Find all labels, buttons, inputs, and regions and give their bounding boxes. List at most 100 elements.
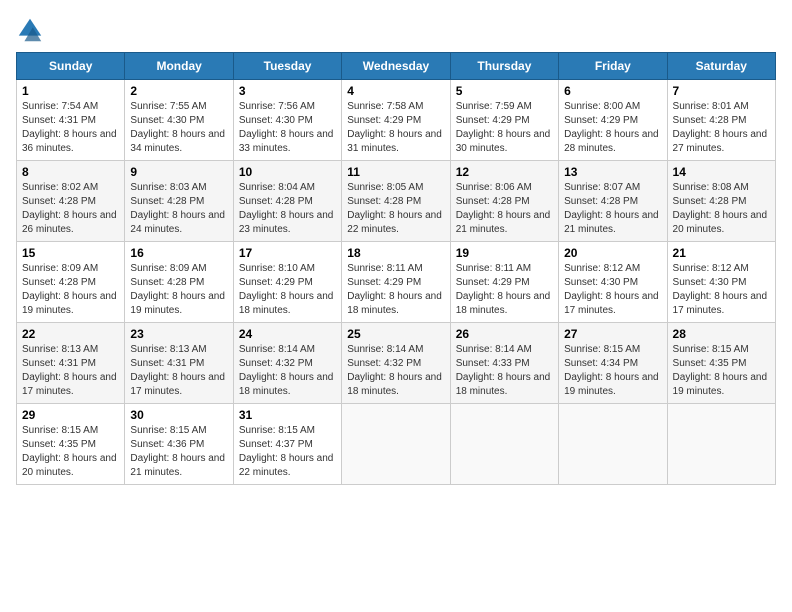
day-number: 3 (239, 84, 336, 98)
weekday-header-tuesday: Tuesday (233, 53, 341, 80)
day-number: 28 (673, 327, 770, 341)
calendar-cell (342, 404, 450, 485)
day-info: Sunrise: 8:14 AMSunset: 4:32 PMDaylight:… (347, 343, 444, 399)
day-info: Sunrise: 8:00 AMSunset: 4:29 PMDaylight:… (564, 100, 661, 156)
day-info: Sunrise: 8:15 AMSunset: 4:37 PMDaylight:… (239, 424, 336, 480)
calendar-cell: 16 Sunrise: 8:09 AMSunset: 4:28 PMDayligh… (125, 242, 233, 323)
weekday-header-thursday: Thursday (450, 53, 558, 80)
calendar-cell: 8Sunrise: 8:02 AMSunset: 4:28 PMDaylight… (17, 161, 125, 242)
day-number: 5 (456, 84, 553, 98)
day-number: 8 (22, 165, 119, 179)
weekday-header-row: SundayMondayTuesdayWednesdayThursdayFrid… (17, 53, 776, 80)
calendar-week-1: 1 Sunrise: 7:54 AMSunset: 4:31 PMDaylight… (17, 80, 776, 161)
day-info: Sunrise: 7:55 AMSunset: 4:30 PMDaylight:… (130, 100, 227, 156)
day-number: 29 (22, 408, 119, 422)
day-number: 11 (347, 165, 444, 179)
calendar-cell: 31 Sunrise: 8:15 AMSunset: 4:37 PMDayligh… (233, 404, 341, 485)
day-info: Sunrise: 7:58 AMSunset: 4:29 PMDaylight:… (347, 100, 444, 156)
day-info: Sunrise: 8:14 AMSunset: 4:32 PMDaylight:… (239, 343, 336, 399)
weekday-header-friday: Friday (559, 53, 667, 80)
calendar-cell: 27 Sunrise: 8:15 AMSunset: 4:34 PMDayligh… (559, 323, 667, 404)
day-info: Sunrise: 8:11 AMSunset: 4:29 PMDaylight:… (456, 262, 553, 318)
day-info: Sunrise: 7:59 AMSunset: 4:29 PMDaylight:… (456, 100, 553, 156)
day-info: Sunrise: 8:09 AMSunset: 4:28 PMDaylight:… (130, 262, 227, 318)
day-number: 16 (130, 246, 227, 260)
page-header (16, 16, 776, 44)
calendar-cell: 3 Sunrise: 7:56 AMSunset: 4:30 PMDaylight… (233, 80, 341, 161)
weekday-header-monday: Monday (125, 53, 233, 80)
logo-icon (16, 16, 44, 44)
day-info: Sunrise: 8:13 AMSunset: 4:31 PMDaylight:… (130, 343, 227, 399)
logo (16, 16, 48, 44)
day-info: Sunrise: 8:12 AMSunset: 4:30 PMDaylight:… (673, 262, 770, 318)
calendar-cell (559, 404, 667, 485)
calendar-cell: 30 Sunrise: 8:15 AMSunset: 4:36 PMDayligh… (125, 404, 233, 485)
day-info: Sunrise: 7:56 AMSunset: 4:30 PMDaylight:… (239, 100, 336, 156)
calendar-cell: 20Sunrise: 8:12 AMSunset: 4:30 PMDayligh… (559, 242, 667, 323)
calendar-cell: 17Sunrise: 8:10 AMSunset: 4:29 PMDayligh… (233, 242, 341, 323)
calendar-table: SundayMondayTuesdayWednesdayThursdayFrid… (16, 52, 776, 485)
calendar-cell: 10 Sunrise: 8:04 AMSunset: 4:28 PMDayligh… (233, 161, 341, 242)
day-number: 12 (456, 165, 553, 179)
day-number: 26 (456, 327, 553, 341)
day-number: 6 (564, 84, 661, 98)
calendar-cell: 14Sunrise: 8:08 AMSunset: 4:28 PMDayligh… (667, 161, 775, 242)
day-number: 4 (347, 84, 444, 98)
calendar-cell (450, 404, 558, 485)
calendar-cell: 25 Sunrise: 8:14 AMSunset: 4:32 PMDayligh… (342, 323, 450, 404)
calendar-week-5: 29 Sunrise: 8:15 AMSunset: 4:35 PMDayligh… (17, 404, 776, 485)
calendar-cell: 24 Sunrise: 8:14 AMSunset: 4:32 PMDayligh… (233, 323, 341, 404)
weekday-header-saturday: Saturday (667, 53, 775, 80)
day-number: 9 (130, 165, 227, 179)
calendar-cell: 22 Sunrise: 8:13 AMSunset: 4:31 PMDayligh… (17, 323, 125, 404)
calendar-cell: 7 Sunrise: 8:01 AMSunset: 4:28 PMDaylight… (667, 80, 775, 161)
day-number: 27 (564, 327, 661, 341)
day-number: 30 (130, 408, 227, 422)
day-info: Sunrise: 8:09 AMSunset: 4:28 PMDaylight:… (22, 262, 119, 318)
calendar-cell: 13 Sunrise: 8:07 AMSunset: 4:28 PMDayligh… (559, 161, 667, 242)
calendar-cell: 2 Sunrise: 7:55 AMSunset: 4:30 PMDaylight… (125, 80, 233, 161)
day-info: Sunrise: 8:14 AMSunset: 4:33 PMDaylight:… (456, 343, 553, 399)
calendar-week-4: 22 Sunrise: 8:13 AMSunset: 4:31 PMDayligh… (17, 323, 776, 404)
day-info: Sunrise: 8:15 AMSunset: 4:34 PMDaylight:… (564, 343, 661, 399)
day-info: Sunrise: 8:15 AMSunset: 4:35 PMDaylight:… (673, 343, 770, 399)
day-number: 18 (347, 246, 444, 260)
day-number: 20 (564, 246, 661, 260)
calendar-cell: 1 Sunrise: 7:54 AMSunset: 4:31 PMDaylight… (17, 80, 125, 161)
calendar-cell: 15Sunrise: 8:09 AMSunset: 4:28 PMDayligh… (17, 242, 125, 323)
day-info: Sunrise: 8:11 AMSunset: 4:29 PMDaylight:… (347, 262, 444, 318)
day-info: Sunrise: 8:15 AMSunset: 4:36 PMDaylight:… (130, 424, 227, 480)
calendar-cell: 6 Sunrise: 8:00 AMSunset: 4:29 PMDaylight… (559, 80, 667, 161)
calendar-cell: 11 Sunrise: 8:05 AMSunset: 4:28 PMDayligh… (342, 161, 450, 242)
day-number: 14 (673, 165, 770, 179)
day-number: 24 (239, 327, 336, 341)
day-info: Sunrise: 8:05 AMSunset: 4:28 PMDaylight:… (347, 181, 444, 237)
day-number: 31 (239, 408, 336, 422)
day-info: Sunrise: 8:04 AMSunset: 4:28 PMDaylight:… (239, 181, 336, 237)
weekday-header-sunday: Sunday (17, 53, 125, 80)
day-info: Sunrise: 8:13 AMSunset: 4:31 PMDaylight:… (22, 343, 119, 399)
day-info: Sunrise: 8:15 AMSunset: 4:35 PMDaylight:… (22, 424, 119, 480)
day-number: 10 (239, 165, 336, 179)
day-number: 1 (22, 84, 119, 98)
day-number: 2 (130, 84, 227, 98)
calendar-week-2: 8Sunrise: 8:02 AMSunset: 4:28 PMDaylight… (17, 161, 776, 242)
calendar-cell: 21Sunrise: 8:12 AMSunset: 4:30 PMDayligh… (667, 242, 775, 323)
day-info: Sunrise: 8:10 AMSunset: 4:29 PMDaylight:… (239, 262, 336, 318)
day-number: 7 (673, 84, 770, 98)
day-number: 22 (22, 327, 119, 341)
day-info: Sunrise: 8:03 AMSunset: 4:28 PMDaylight:… (130, 181, 227, 237)
weekday-header-wednesday: Wednesday (342, 53, 450, 80)
day-number: 13 (564, 165, 661, 179)
calendar-week-3: 15Sunrise: 8:09 AMSunset: 4:28 PMDayligh… (17, 242, 776, 323)
day-number: 19 (456, 246, 553, 260)
day-info: Sunrise: 8:06 AMSunset: 4:28 PMDaylight:… (456, 181, 553, 237)
day-number: 25 (347, 327, 444, 341)
day-info: Sunrise: 8:07 AMSunset: 4:28 PMDaylight:… (564, 181, 661, 237)
calendar-cell: 12 Sunrise: 8:06 AMSunset: 4:28 PMDayligh… (450, 161, 558, 242)
day-info: Sunrise: 8:01 AMSunset: 4:28 PMDaylight:… (673, 100, 770, 156)
calendar-cell: 29 Sunrise: 8:15 AMSunset: 4:35 PMDayligh… (17, 404, 125, 485)
day-info: Sunrise: 7:54 AMSunset: 4:31 PMDaylight:… (22, 100, 119, 156)
calendar-cell: 28 Sunrise: 8:15 AMSunset: 4:35 PMDayligh… (667, 323, 775, 404)
calendar-cell: 9 Sunrise: 8:03 AMSunset: 4:28 PMDaylight… (125, 161, 233, 242)
